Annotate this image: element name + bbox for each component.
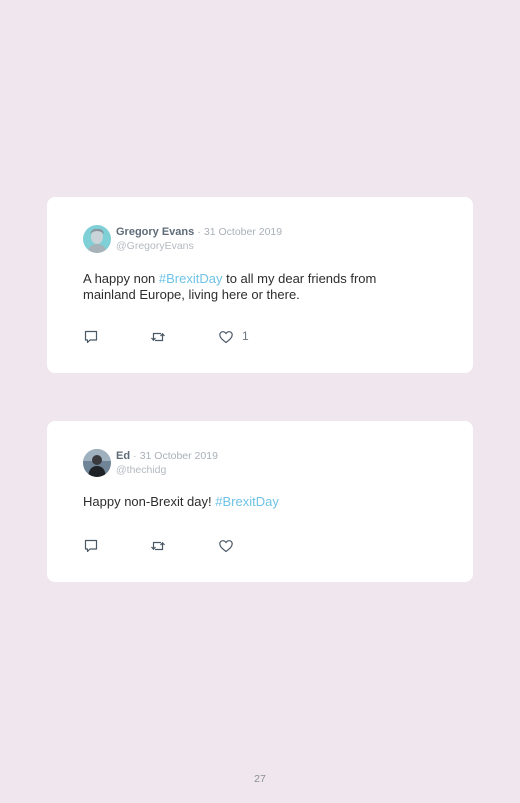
name-line: Gregory Evans · 31 October 2019 [116,226,282,239]
separator: · [197,226,201,238]
avatar[interactable] [83,449,111,477]
reply-icon [84,539,98,553]
tweet-text: Happy non-Brexit day! #BrexitDay [83,494,413,510]
user-name[interactable]: Gregory Evans [116,226,194,238]
user-handle[interactable]: @thechidg [116,464,166,477]
retweet-icon [151,541,165,551]
tweet-date[interactable]: 31 October 2019 [140,450,218,462]
avatar[interactable] [83,225,111,253]
separator: · [133,450,137,462]
hashtag-link[interactable]: #BrexitDay [215,494,279,509]
tweet-card: Ed · 31 October 2019 @thechidg Happy non… [47,421,473,582]
text-before: A happy non [83,271,159,286]
tweet-date[interactable]: 31 October 2019 [204,226,282,238]
retweet-button[interactable] [150,329,166,345]
tweet-header: Ed · 31 October 2019 @thechidg [83,449,443,479]
page-number: 27 [254,773,266,785]
like-button[interactable] [218,538,234,554]
user-name[interactable]: Ed [116,450,130,462]
tweet-header: Gregory Evans · 31 October 2019 @Gregory… [83,225,443,255]
reply-button[interactable] [83,329,99,345]
tweet-text: A happy non #BrexitDay to all my dear fr… [83,271,413,303]
text-before: Happy non-Brexit day! [83,494,216,509]
like-icon [219,540,233,553]
hashtag-link[interactable]: #BrexitDay [159,271,223,286]
reply-button[interactable] [83,538,99,554]
retweet-button[interactable] [150,538,166,554]
tweet-card: Gregory Evans · 31 October 2019 @Gregory… [47,197,473,373]
reply-icon [84,330,98,344]
name-line: Ed · 31 October 2019 [116,450,218,463]
tweet-actions [83,538,383,554]
tweet-actions: 1 [83,329,383,345]
like-icon [219,331,233,344]
retweet-icon [151,332,165,342]
like-button[interactable] [218,329,234,345]
like-count: 1 [242,329,249,343]
user-handle[interactable]: @GregoryEvans [116,240,194,253]
